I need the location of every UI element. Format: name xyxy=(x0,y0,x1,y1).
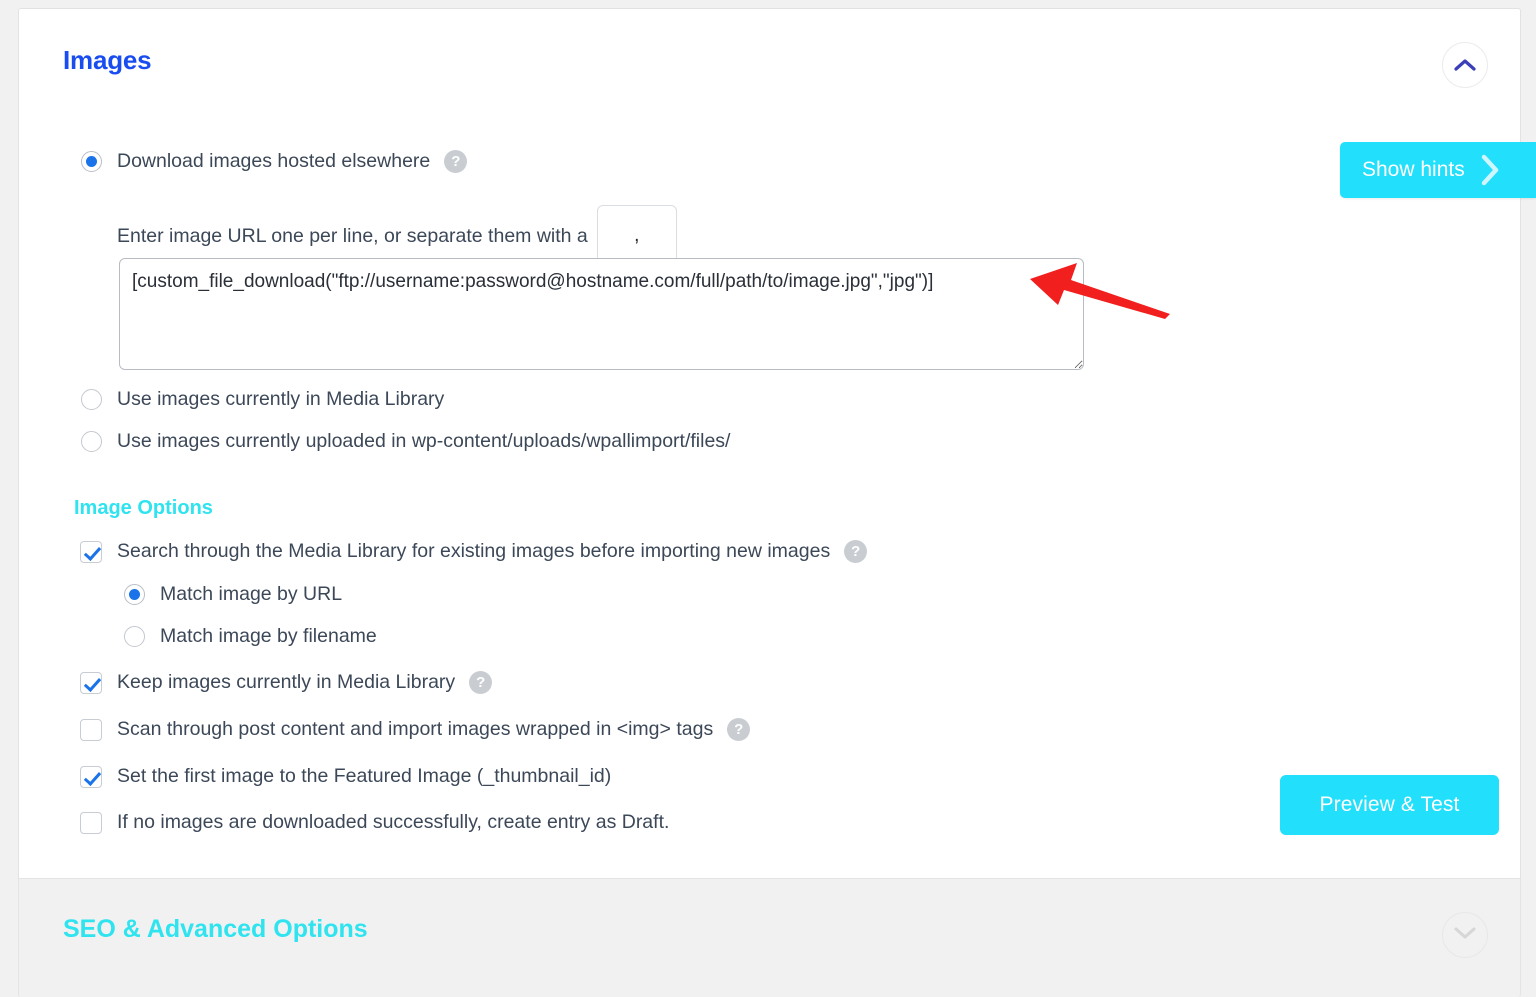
radio-match-by-filename[interactable] xyxy=(124,626,145,647)
checkbox-label-featured-image: Set the first image to the Featured Imag… xyxy=(117,765,611,788)
checkbox-label-keep-images: Keep images currently in Media Library xyxy=(117,671,455,694)
radio-row-match-by-url[interactable]: Match image by URL xyxy=(124,583,342,606)
checkbox-label-draft-fallback: If no images are downloaded successfully… xyxy=(117,811,669,834)
radio-match-by-url[interactable] xyxy=(124,584,145,605)
radio-label-match-by-url: Match image by URL xyxy=(160,583,342,606)
radio-use-uploaded-files[interactable] xyxy=(81,431,102,452)
checkbox-row-keep-images[interactable]: Keep images currently in Media Library ? xyxy=(80,671,492,694)
image-options-heading: Image Options xyxy=(74,497,213,520)
checkbox-row-scan-post-content[interactable]: Scan through post content and import ima… xyxy=(80,718,750,741)
chevron-down-icon xyxy=(1454,926,1476,945)
radio-row-match-by-filename[interactable]: Match image by filename xyxy=(124,625,377,648)
chevron-right-icon xyxy=(1479,153,1501,187)
radio-label-use-uploaded-files: Use images currently uploaded in wp-cont… xyxy=(117,430,730,453)
expand-seo-button[interactable] xyxy=(1442,912,1488,958)
help-icon-scan-post-content[interactable]: ? xyxy=(727,718,750,741)
separator-label: Enter image URL one per line, or separat… xyxy=(117,225,588,248)
checkbox-featured-image[interactable] xyxy=(80,766,102,788)
radio-row-uploaded-files[interactable]: Use images currently uploaded in wp-cont… xyxy=(81,430,730,453)
chevron-up-icon xyxy=(1454,58,1476,72)
checkbox-label-scan-post-content: Scan through post content and import ima… xyxy=(117,718,713,741)
radio-row-media-library[interactable]: Use images currently in Media Library xyxy=(81,388,444,411)
help-icon-keep-images[interactable]: ? xyxy=(469,671,492,694)
preview-and-test-button[interactable]: Preview & Test xyxy=(1280,775,1499,835)
checkbox-label-search-media-library: Search through the Media Library for exi… xyxy=(117,540,830,563)
checkbox-row-featured-image[interactable]: Set the first image to the Featured Imag… xyxy=(80,765,611,788)
help-icon-search-media-library[interactable]: ? xyxy=(844,540,867,563)
help-icon-download-elsewhere[interactable]: ? xyxy=(444,150,467,173)
collapse-images-button[interactable] xyxy=(1442,42,1488,88)
checkbox-scan-post-content[interactable] xyxy=(80,719,102,741)
radio-row-download-elsewhere[interactable]: Download images hosted elsewhere ? xyxy=(81,150,467,173)
radio-label-use-media-library: Use images currently in Media Library xyxy=(117,388,444,411)
checkbox-keep-images[interactable] xyxy=(80,672,102,694)
show-hints-tab[interactable]: Show hints xyxy=(1340,142,1536,198)
images-panel: Images Download images hosted elsewhere … xyxy=(18,8,1521,878)
checkbox-row-search-media-library[interactable]: Search through the Media Library for exi… xyxy=(80,540,867,563)
seo-advanced-options-panel[interactable]: SEO & Advanced Options xyxy=(18,878,1521,997)
image-url-textarea[interactable]: [custom_file_download("ftp://username:pa… xyxy=(119,258,1084,370)
checkbox-search-media-library[interactable] xyxy=(80,541,102,563)
radio-download-elsewhere[interactable] xyxy=(81,151,102,172)
checkbox-draft-fallback[interactable] xyxy=(80,812,102,834)
page-title: Images xyxy=(63,45,151,76)
radio-label-download-elsewhere: Download images hosted elsewhere xyxy=(117,150,430,173)
show-hints-label: Show hints xyxy=(1362,158,1465,182)
seo-advanced-options-title: SEO & Advanced Options xyxy=(63,915,368,944)
radio-use-media-library[interactable] xyxy=(81,389,102,410)
checkbox-row-draft-fallback[interactable]: If no images are downloaded successfully… xyxy=(80,811,669,834)
import-settings-page: Images Download images hosted elsewhere … xyxy=(0,0,1536,997)
radio-label-match-by-filename: Match image by filename xyxy=(160,625,377,648)
